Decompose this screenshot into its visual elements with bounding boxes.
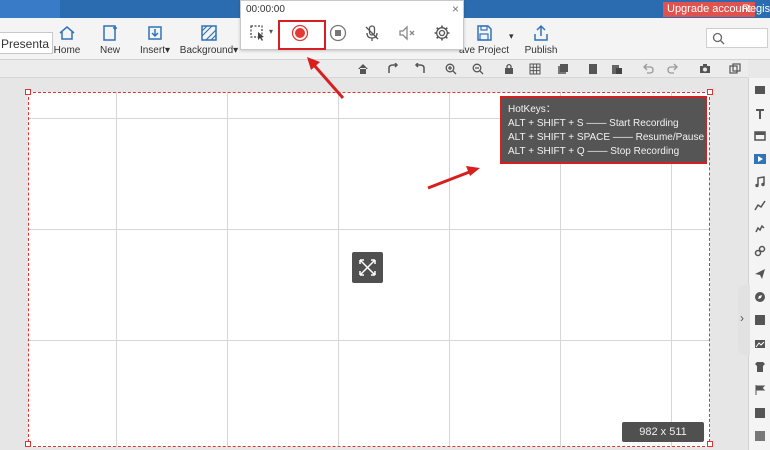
microphone-muted-icon[interactable] (363, 24, 381, 42)
flag-icon[interactable] (754, 384, 766, 396)
recorder-panel: 00:00:00 × ▾ (240, 0, 464, 50)
new-button[interactable]: New (97, 18, 123, 60)
recording-timer: 00:00:00 (246, 4, 285, 15)
compass-icon[interactable] (754, 291, 766, 303)
tab-presentation[interactable]: Presenta (0, 32, 54, 54)
record-icon[interactable] (291, 24, 309, 42)
region-dropdown-chevron-icon[interactable]: ▾ (269, 27, 273, 36)
publish-button-label: Publish (524, 45, 558, 56)
home-view-icon[interactable] (357, 63, 369, 75)
stop-icon[interactable] (329, 24, 347, 42)
hotkey-stop: ALT + SHIFT + Q —— Stop Recording (508, 146, 680, 157)
shirt-icon[interactable] (754, 361, 766, 373)
redo-icon[interactable] (667, 63, 679, 75)
move-arrows-icon (359, 259, 376, 276)
plane-icon[interactable] (754, 268, 766, 280)
hotkey-start: ALT + SHIFT + S —— Start Recording (508, 118, 679, 129)
chevron-right-icon: › (740, 311, 744, 325)
paste-icon[interactable] (611, 63, 623, 75)
save-dropdown-chevron-icon[interactable]: ▾ (509, 31, 514, 42)
rotate-right-icon[interactable] (387, 63, 399, 75)
background-button[interactable]: Background▾ (179, 18, 239, 60)
resize-handle[interactable] (707, 89, 713, 95)
grid-line (449, 92, 450, 447)
grid-line (116, 92, 117, 447)
background-button-label: Background▾ (179, 45, 239, 56)
window-icon[interactable] (729, 63, 741, 75)
background-icon (201, 25, 217, 41)
recorder-tools: ▾ (241, 19, 465, 50)
hotkey-pause: ALT + SHIFT + SPACE —— Resume/Pause (508, 132, 705, 143)
text-icon[interactable] (754, 108, 766, 120)
save-icon (477, 25, 492, 41)
camera-icon[interactable] (699, 63, 711, 75)
region-select-icon[interactable] (249, 24, 267, 42)
register-link[interactable]: Regist (742, 2, 770, 17)
search-icon (712, 32, 725, 45)
insert-button-label: Insert▾ (139, 45, 171, 56)
grid-line (227, 92, 228, 447)
layers-icon[interactable] (557, 63, 569, 75)
image-icon[interactable] (754, 84, 766, 96)
formula-icon[interactable] (754, 430, 766, 442)
home-button[interactable]: Home (52, 18, 82, 60)
speaker-muted-icon[interactable] (398, 24, 416, 42)
video-icon[interactable] (754, 153, 766, 165)
resize-handle[interactable] (25, 89, 31, 95)
publish-button[interactable]: Publish (524, 18, 558, 60)
right-sidebar (748, 78, 770, 450)
home-button-label: Home (53, 45, 81, 56)
close-icon[interactable]: × (452, 3, 459, 15)
grid-line (28, 229, 710, 230)
rotate-left-icon[interactable] (414, 63, 426, 75)
lock-icon[interactable] (503, 63, 515, 75)
insert-button[interactable]: Insert▾ (139, 18, 171, 60)
region-dimensions: 982 x 511 (622, 422, 704, 442)
home-icon (59, 26, 75, 40)
chart-icon[interactable] (754, 199, 766, 211)
gallery-icon[interactable] (754, 338, 766, 350)
edit-toolbar (0, 60, 748, 78)
workspace: HotKeys： ALT + SHIFT + S —— Start Record… (0, 78, 748, 450)
copy-icon[interactable] (587, 63, 599, 75)
resize-handle[interactable] (25, 441, 31, 447)
sidebar-collapse-button[interactable]: › (738, 285, 750, 355)
shape-icon[interactable] (754, 130, 766, 142)
group-icon[interactable] (754, 314, 766, 326)
resize-handle[interactable] (707, 441, 713, 447)
publish-icon (534, 24, 548, 41)
insert-icon (148, 26, 162, 40)
zoom-in-icon[interactable] (445, 63, 457, 75)
svg-icon[interactable] (754, 222, 766, 234)
save-project-button-label: ave Project (458, 45, 510, 56)
table-icon[interactable] (754, 407, 766, 419)
app-logo-area (0, 0, 60, 18)
zoom-out-icon[interactable] (472, 63, 484, 75)
grid-line (338, 92, 339, 447)
grid-line (28, 340, 710, 341)
link-icon[interactable] (754, 245, 766, 257)
grid-icon[interactable] (529, 63, 541, 75)
undo-icon[interactable] (642, 63, 654, 75)
search-input[interactable] (706, 28, 768, 48)
hotkeys-panel: HotKeys： ALT + SHIFT + S —— Start Record… (500, 96, 707, 164)
hotkeys-title: HotKeys： (508, 104, 556, 115)
upgrade-account-button[interactable]: Upgrade account (663, 2, 755, 17)
settings-icon[interactable] (433, 24, 451, 42)
move-region-button[interactable] (352, 252, 383, 283)
new-button-label: New (99, 45, 120, 56)
music-icon[interactable] (754, 176, 766, 188)
new-slide-icon (103, 25, 117, 41)
